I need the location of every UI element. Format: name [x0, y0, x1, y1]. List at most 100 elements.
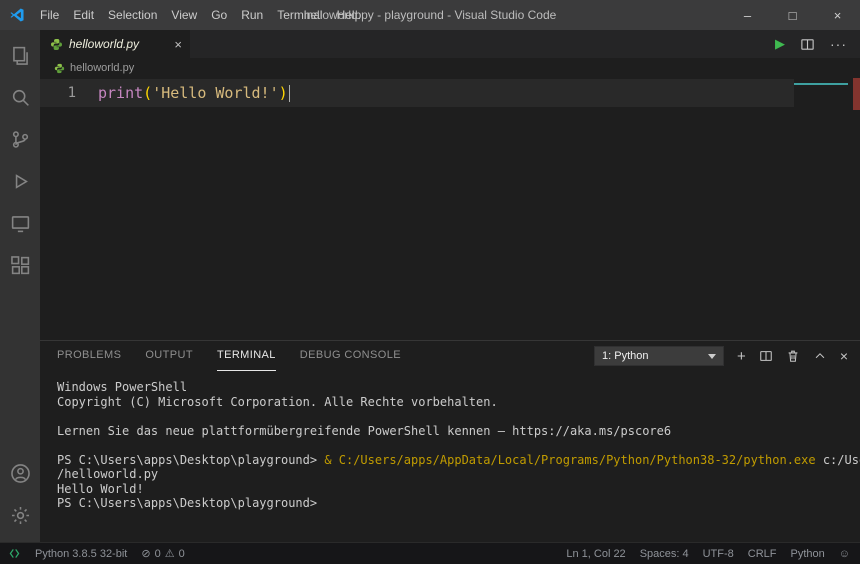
- eol-status[interactable]: CRLF: [748, 548, 777, 560]
- status-bar: Python 3.8.5 32-bit ⊘ 0 ⚠ 0 Ln 1, Col 22…: [0, 542, 860, 564]
- split-terminal-icon[interactable]: [759, 349, 773, 363]
- feedback-smiley-icon[interactable]: ☺: [839, 548, 850, 560]
- activity-settings[interactable]: [0, 494, 40, 536]
- run-debug-icon: [10, 171, 31, 192]
- maximize-button[interactable]: □: [770, 0, 815, 30]
- problems-status[interactable]: ⊘ 0 ⚠ 0: [141, 547, 184, 560]
- close-panel-icon[interactable]: ×: [840, 348, 848, 364]
- status-bar-left: Python 3.8.5 32-bit ⊘ 0 ⚠ 0: [8, 547, 185, 560]
- panel-tab-debug-console[interactable]: DEBUG CONSOLE: [300, 341, 401, 371]
- warning-icon: ⚠: [165, 547, 175, 560]
- activity-source-control[interactable]: [0, 118, 40, 160]
- editor-region: helloworld.py × ▶ ···: [40, 30, 860, 340]
- code-editor[interactable]: 1 print('Hello World!'): [40, 78, 860, 340]
- remote-indicator-icon[interactable]: [8, 547, 21, 560]
- terminal-blank-line: [57, 438, 860, 453]
- terminal-prompt: PS C:\Users\apps\Desktop\playground>: [57, 496, 317, 510]
- tab-helloworld[interactable]: helloworld.py ×: [40, 30, 190, 58]
- tab-close-icon[interactable]: ×: [174, 37, 182, 52]
- terminal-blank-line: [57, 409, 860, 424]
- terminal-command-wrap: /helloworld.py: [57, 467, 860, 482]
- terminal-text: Hello World!: [57, 482, 144, 496]
- remote-explorer-icon: [10, 213, 31, 234]
- token-close-paren: ): [279, 84, 288, 102]
- run-python-file-button[interactable]: ▶: [775, 36, 785, 52]
- menu-edit[interactable]: Edit: [66, 0, 101, 30]
- menu-terminal[interactable]: Terminal: [270, 0, 329, 30]
- terminal-text: /helloworld.py: [57, 467, 158, 481]
- breadcrumb[interactable]: helloworld.py: [40, 58, 860, 78]
- overview-ruler-marker[interactable]: [853, 78, 860, 110]
- terminal-line: Copyright (C) Microsoft Corporation. All…: [57, 395, 860, 410]
- activity-extensions[interactable]: [0, 244, 40, 286]
- main-area: helloworld.py × ▶ ···: [0, 30, 860, 542]
- panel-tab-problems[interactable]: PROBLEMS: [57, 341, 121, 371]
- minimap-line-marker: [794, 83, 848, 85]
- bottom-panel: PROBLEMS OUTPUT TERMINAL DEBUG CONSOLE 1…: [40, 340, 860, 542]
- menu-help[interactable]: Help: [330, 0, 369, 30]
- status-bar-right: Ln 1, Col 22 Spaces: 4 UTF-8 CRLF Python…: [566, 548, 850, 560]
- files-icon: [10, 45, 31, 66]
- menu-view[interactable]: View: [164, 0, 204, 30]
- encoding-status[interactable]: UTF-8: [703, 548, 734, 560]
- menu-run[interactable]: Run: [234, 0, 270, 30]
- maximize-panel-chevron-icon[interactable]: [813, 349, 827, 363]
- close-button[interactable]: ×: [815, 0, 860, 30]
- token-string: 'Hello World!': [152, 84, 278, 102]
- error-count: 0: [155, 548, 161, 560]
- terminal-command-line: PS C:\Users\apps\Desktop\playground> & C…: [57, 453, 860, 468]
- new-terminal-button[interactable]: +: [737, 349, 746, 364]
- activity-remote-explorer[interactable]: [0, 202, 40, 244]
- error-icon: ⊘: [141, 547, 150, 560]
- line-number: 1: [40, 85, 98, 101]
- python-file-icon: [50, 38, 63, 51]
- terminal-line: Windows PowerShell: [57, 380, 860, 395]
- terminal-text: Lernen Sie das neue plattformübergreifen…: [57, 424, 671, 438]
- editor-current-line[interactable]: 1 print('Hello World!'): [40, 79, 794, 107]
- git-branch-icon: [10, 129, 31, 150]
- menu-go[interactable]: Go: [204, 0, 234, 30]
- token-function: print: [98, 84, 143, 102]
- vscode-logo-icon: [9, 7, 25, 23]
- window-controls: – □ ×: [725, 0, 860, 30]
- token-open-paren: (: [143, 84, 152, 102]
- breadcrumb-file-label: helloworld.py: [70, 62, 134, 74]
- split-editor-icon[interactable]: [800, 37, 815, 52]
- panel-header: PROBLEMS OUTPUT TERMINAL DEBUG CONSOLE 1…: [40, 341, 860, 371]
- indentation-status[interactable]: Spaces: 4: [640, 548, 689, 560]
- account-icon: [10, 463, 31, 484]
- code-text: print('Hello World!'): [98, 84, 290, 102]
- tab-bar: helloworld.py × ▶ ···: [40, 30, 860, 58]
- tab-label: helloworld.py: [69, 37, 139, 51]
- language-mode-status[interactable]: Python: [791, 548, 825, 560]
- terminal-output: Hello World!: [57, 482, 860, 497]
- activity-explorer[interactable]: [0, 34, 40, 76]
- title-bar: File Edit Selection View Go Run Terminal…: [0, 0, 860, 30]
- terminal-text: Copyright (C) Microsoft Corporation. All…: [57, 395, 498, 409]
- activity-account[interactable]: [0, 452, 40, 494]
- panel-tab-output[interactable]: OUTPUT: [145, 341, 193, 371]
- terminal-line: Lernen Sie das neue plattformübergreifen…: [57, 424, 860, 439]
- terminal-picker-dropdown[interactable]: 1: Python: [594, 346, 724, 366]
- menu-selection[interactable]: Selection: [101, 0, 164, 30]
- terminal-text: Windows PowerShell: [57, 380, 187, 394]
- panel-controls: 1: Python + ×: [594, 346, 848, 366]
- kill-terminal-trash-icon[interactable]: [786, 349, 800, 363]
- minimize-button[interactable]: –: [725, 0, 770, 30]
- python-interpreter-status[interactable]: Python 3.8.5 32-bit: [35, 548, 127, 560]
- menu-file[interactable]: File: [33, 0, 66, 30]
- activity-run-debug[interactable]: [0, 160, 40, 202]
- terminal-content[interactable]: Windows PowerShell Copyright (C) Microso…: [40, 371, 860, 542]
- editor-actions: ▶ ···: [775, 30, 860, 58]
- terminal-picker-value: 1: Python: [602, 350, 648, 362]
- activity-bar: [0, 30, 40, 542]
- warning-count: 0: [179, 548, 185, 560]
- editor-cursor: [289, 85, 290, 102]
- cursor-position-status[interactable]: Ln 1, Col 22: [566, 548, 625, 560]
- terminal-command: & C:/Users/apps/AppData/Local/Programs/P…: [324, 453, 815, 467]
- activity-search[interactable]: [0, 76, 40, 118]
- gear-icon: [10, 505, 31, 526]
- more-actions-icon[interactable]: ···: [830, 36, 847, 52]
- extensions-icon: [10, 255, 31, 276]
- panel-tab-terminal[interactable]: TERMINAL: [217, 341, 276, 371]
